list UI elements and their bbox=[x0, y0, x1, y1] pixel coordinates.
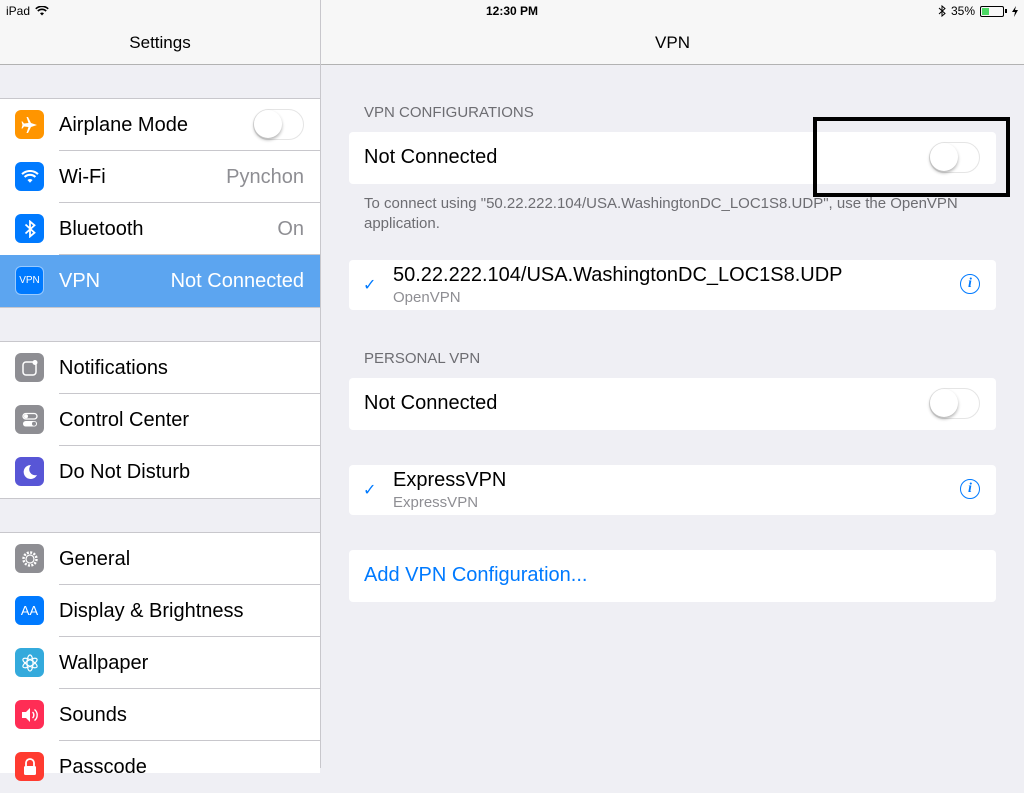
sidebar-item-value: Pynchon bbox=[226, 165, 304, 188]
sidebar-item-do-not-disturb[interactable]: Do Not Disturb bbox=[0, 446, 320, 498]
status-bar-right: 35% bbox=[938, 4, 1018, 18]
battery-tip bbox=[1005, 9, 1007, 13]
sidebar-item-control-center[interactable]: Control Center bbox=[0, 394, 320, 446]
checkmark-icon: ✓ bbox=[363, 482, 377, 499]
sidebar-item-label: Sounds bbox=[59, 703, 127, 726]
sidebar-item-label: Do Not Disturb bbox=[59, 460, 191, 483]
notifications-icon bbox=[15, 353, 44, 382]
personal-vpn-config-row[interactable]: ✓ ExpressVPN ExpressVPN i bbox=[349, 465, 996, 515]
bluetooth-icon bbox=[938, 5, 946, 17]
personal-vpn-header: PERSONAL VPN bbox=[364, 350, 481, 367]
sidebar-item-label: General bbox=[59, 547, 131, 570]
wifi-icon bbox=[15, 162, 44, 191]
wallpaper-icon bbox=[15, 648, 44, 677]
add-vpn-configuration-button[interactable]: Add VPN Configuration... bbox=[349, 550, 996, 602]
gear-icon bbox=[15, 544, 44, 573]
sidebar-item-airplane-mode[interactable]: Airplane Mode bbox=[0, 99, 320, 151]
control-center-icon bbox=[15, 405, 44, 434]
battery-percent: 35% bbox=[950, 4, 975, 18]
personal-vpn-config-name: ExpressVPN bbox=[393, 469, 507, 491]
display-icon: AA bbox=[15, 596, 44, 625]
vpn-icon: VPN bbox=[15, 266, 44, 295]
sidebar-item-bluetooth[interactable]: Bluetooth On bbox=[0, 203, 320, 255]
sidebar-item-wifi[interactable]: Wi-Fi Pynchon bbox=[0, 151, 320, 203]
battery-level bbox=[982, 7, 989, 15]
vpn-configurations-header: VPN CONFIGURATIONS bbox=[364, 104, 534, 121]
sidebar-item-wallpaper[interactable]: Wallpaper bbox=[0, 637, 320, 689]
checkmark-icon: ✓ bbox=[363, 277, 377, 294]
vpn-detail-panel: VPN VPN CONFIGURATIONS Not Connected To … bbox=[321, 0, 1024, 768]
detail-title: VPN bbox=[655, 33, 690, 52]
vpn-config-name: 50.22.222.104/USA.WashingtonDC_LOC1S8.UD… bbox=[393, 264, 843, 286]
toggle-knob bbox=[254, 110, 282, 138]
info-icon[interactable]: i bbox=[960, 274, 980, 294]
sidebar-item-display-brightness[interactable]: AA Display & Brightness bbox=[0, 585, 320, 637]
vpn-status-label: Not Connected bbox=[364, 146, 498, 168]
info-icon[interactable]: i bbox=[960, 479, 980, 499]
sidebar-title: Settings bbox=[129, 33, 191, 52]
status-time: 12:30 PM bbox=[485, 4, 539, 18]
sidebar-item-label: Display & Brightness bbox=[59, 599, 244, 622]
personal-vpn-config-type: ExpressVPN bbox=[393, 494, 479, 511]
sidebar-item-label: VPN bbox=[59, 269, 101, 292]
sidebar-item-sounds[interactable]: Sounds bbox=[0, 689, 320, 741]
vpn-config-row[interactable]: ✓ 50.22.222.104/USA.WashingtonDC_LOC1S8.… bbox=[349, 260, 996, 310]
vpn-config-type: OpenVPN bbox=[393, 289, 461, 306]
sidebar-item-label: Wallpaper bbox=[59, 651, 149, 674]
sidebar-item-label: Wi-Fi bbox=[59, 165, 106, 188]
add-vpn-configuration-label: Add VPN Configuration... bbox=[364, 564, 588, 586]
sidebar-item-label: Bluetooth bbox=[59, 217, 144, 240]
sounds-icon bbox=[15, 700, 44, 729]
bluetooth-icon bbox=[15, 214, 44, 243]
toggle-knob bbox=[930, 389, 958, 417]
sidebar-item-label: Passcode bbox=[59, 755, 147, 778]
lock-icon bbox=[15, 752, 44, 781]
sidebar-item-value: On bbox=[277, 217, 304, 240]
settings-sidebar: Settings Airplane Mode Wi-Fi Pynchon Blu… bbox=[0, 0, 321, 781]
sidebar-item-passcode[interactable]: Passcode bbox=[0, 741, 320, 793]
annotation-highlight-box bbox=[813, 117, 1010, 197]
sidebar-item-label: Airplane Mode bbox=[59, 113, 188, 136]
battery-icon bbox=[980, 5, 1004, 17]
personal-vpn-status-cell: Not Connected bbox=[349, 378, 996, 430]
sidebar-group-connectivity: Airplane Mode Wi-Fi Pynchon Bluetooth On… bbox=[0, 98, 320, 308]
sidebar-item-label: Control Center bbox=[59, 408, 190, 431]
moon-icon bbox=[15, 457, 44, 486]
airplane-icon bbox=[15, 110, 44, 139]
sidebar-item-value: Not Connected bbox=[170, 269, 304, 292]
vpn-footnote: To connect using "50.22.222.104/USA.Wash… bbox=[364, 195, 958, 232]
sidebar-group-general: General AA Display & Brightness Wallpape… bbox=[0, 532, 320, 781]
charging-icon bbox=[1012, 5, 1018, 17]
personal-vpn-status-label: Not Connected bbox=[364, 392, 498, 414]
sidebar-item-general[interactable]: General bbox=[0, 533, 320, 585]
airplane-mode-toggle[interactable] bbox=[253, 109, 304, 140]
status-bar: iPad 12:30 PM 35% bbox=[0, 0, 1024, 22]
sidebar-item-vpn[interactable]: VPN VPN Not Connected bbox=[0, 255, 320, 307]
sidebar-item-label: Notifications bbox=[59, 356, 168, 379]
personal-vpn-toggle[interactable] bbox=[929, 388, 980, 419]
sidebar-item-notifications[interactable]: Notifications bbox=[0, 342, 320, 394]
sidebar-group-notifications: Notifications Control Center Do Not Dist… bbox=[0, 341, 320, 499]
